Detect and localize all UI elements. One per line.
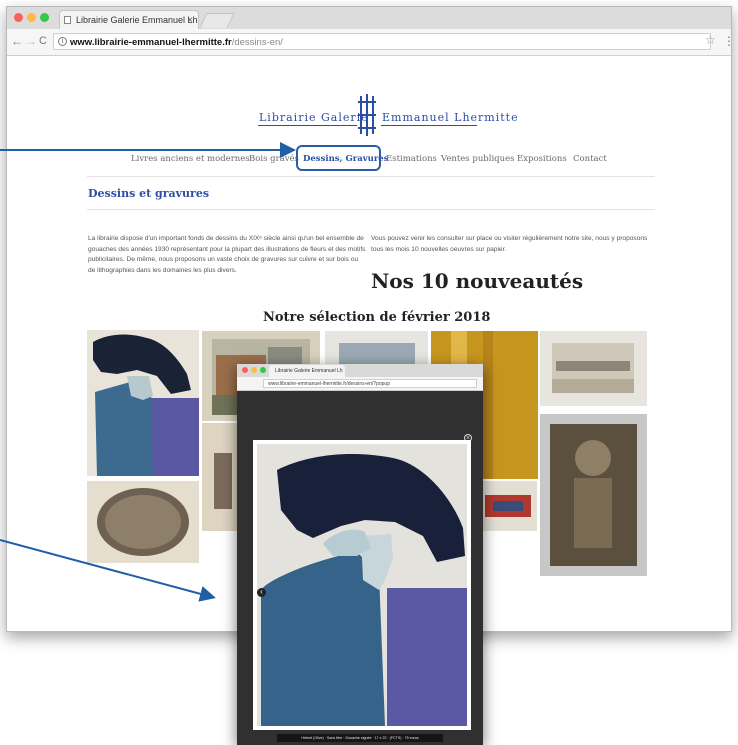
arrow-to-lightbox <box>0 539 216 602</box>
lightbox-close-window-button[interactable] <box>242 367 248 373</box>
lightbox-tab[interactable]: Librairie Galerie Emmanuel Lh <box>269 365 345 377</box>
lightbox-image-frame <box>253 440 471 730</box>
lightbox-caption: Hébert (Olive) · Sans titre · Gouache si… <box>277 734 443 742</box>
lightbox-address-row: www.librairie-emmanuel-lhermitte.fr/dess… <box>237 377 483 391</box>
lightbox-artwork-image <box>257 444 467 726</box>
lightbox-minimize-button[interactable] <box>251 367 257 373</box>
prev-arrow-icon[interactable]: ‹ <box>257 588 266 597</box>
lightbox-zoom-button[interactable] <box>260 367 266 373</box>
lightbox-browser-window: Librairie Galerie Emmanuel Lh www.librai… <box>237 364 483 745</box>
lightbox-tab-bar: Librairie Galerie Emmanuel Lh <box>237 364 483 377</box>
lightbox-url-input[interactable]: www.librairie-emmanuel-lhermitte.fr/dess… <box>263 379 477 388</box>
